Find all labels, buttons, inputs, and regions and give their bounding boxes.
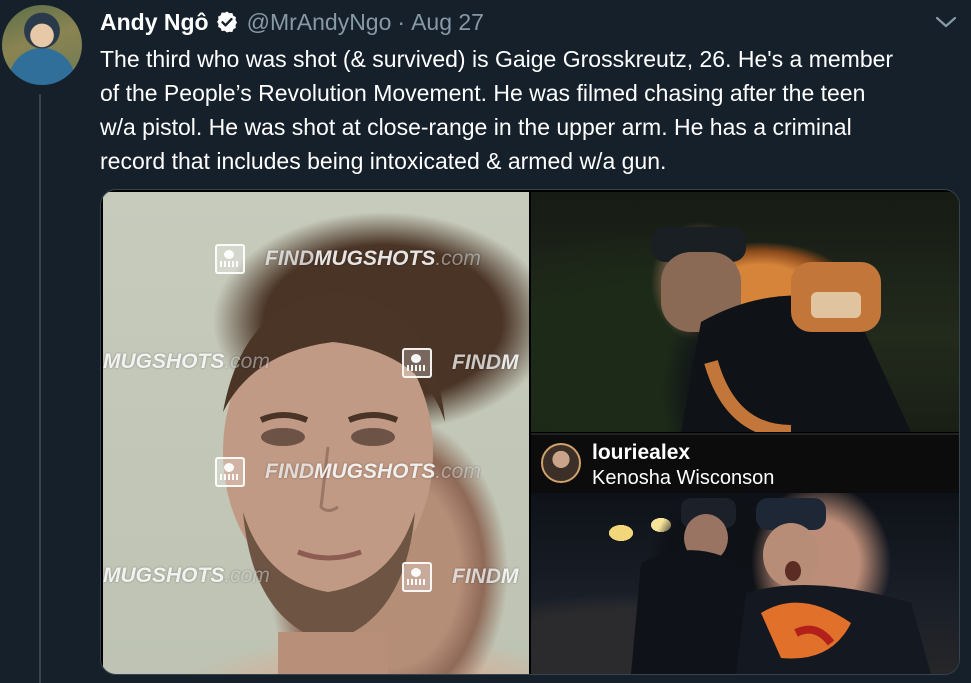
separator-dot: · xyxy=(397,8,406,35)
tweet-date[interactable]: Aug 27 xyxy=(411,9,484,36)
night-photo-chasing[interactable] xyxy=(531,192,959,439)
author-handle[interactable]: @MrAndyNgo xyxy=(247,9,392,36)
author-name[interactable]: Andy Ngô xyxy=(100,9,209,36)
avatar[interactable] xyxy=(2,5,82,85)
watermark: MUGSHOTS .com xyxy=(103,564,270,587)
night-photo-illustration xyxy=(651,227,911,439)
mugshot-photo[interactable]: FIND MUGSHOTS .com MUGSHOTS .com FIND M FIND… xyxy=(103,192,529,674)
thread-line xyxy=(39,94,41,683)
tweet-text: The third who was shot (& survived) is G… xyxy=(100,46,894,174)
injured-photo-illustration xyxy=(631,498,931,674)
mugshot-watermark-icon xyxy=(402,562,432,592)
tweet[interactable]: Andy Ngô @MrAndyNgo · Aug 27 The third w… xyxy=(0,0,971,683)
mugshot-watermark-icon xyxy=(215,244,245,274)
mugshot-watermark-icon xyxy=(215,457,245,487)
watermark: FIND M xyxy=(402,348,519,378)
mugshot-watermark-icon xyxy=(402,348,432,378)
instagram-username: louriealex xyxy=(592,441,691,464)
watermark: FIND M xyxy=(402,562,519,592)
tweet-header: Andy Ngô @MrAndyNgo · Aug 27 xyxy=(100,6,484,38)
watermark: MUGSHOTS .com xyxy=(103,350,270,373)
instagram-avatar xyxy=(541,443,581,483)
instagram-location: Kenosha Wisconson xyxy=(592,467,775,489)
media-grid[interactable]: FIND MUGSHOTS .com MUGSHOTS .com FIND M FIND… xyxy=(100,189,960,675)
watermark: FIND MUGSHOTS .com xyxy=(215,457,481,487)
night-photo-injured[interactable] xyxy=(531,493,959,674)
watermark: FIND MUGSHOTS .com xyxy=(215,244,481,274)
verified-badge-icon xyxy=(215,10,239,34)
chevron-down-icon[interactable] xyxy=(933,12,959,32)
instagram-caption-bar: louriealex Kenosha Wisconson xyxy=(531,433,959,493)
